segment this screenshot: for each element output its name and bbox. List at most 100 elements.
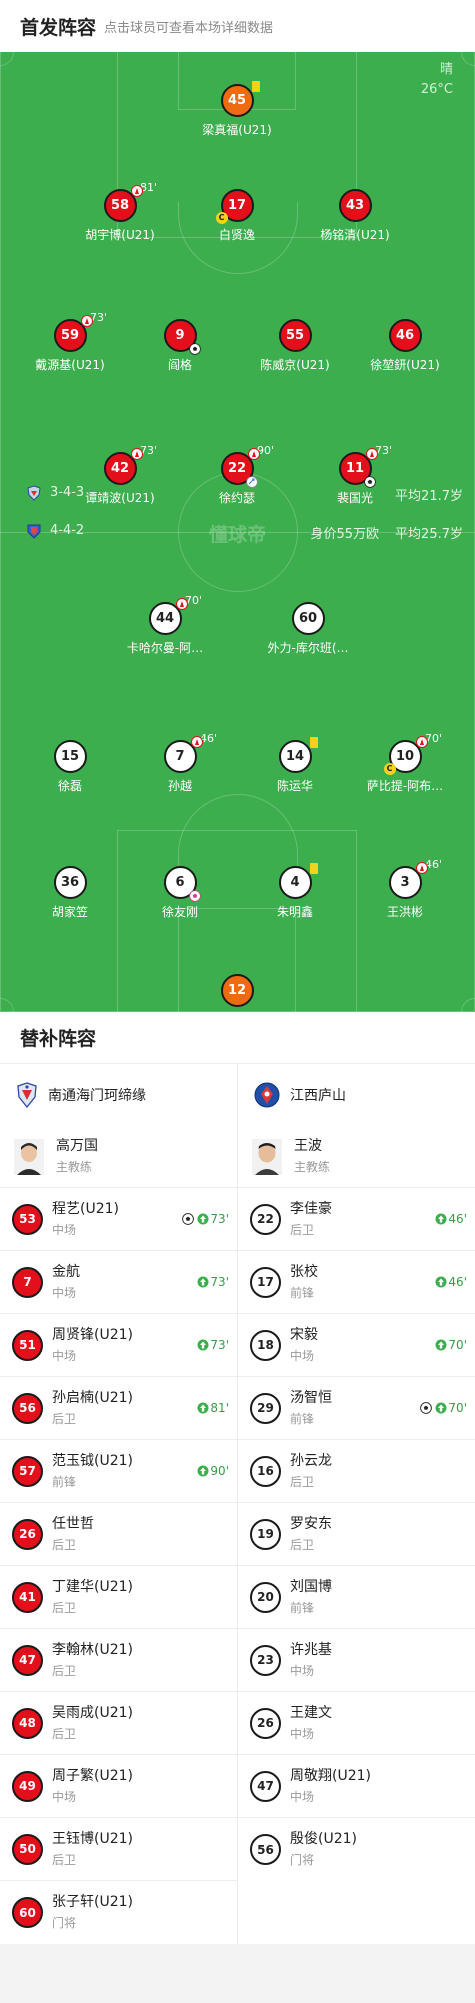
pitch-player[interactable]: 81' 58 胡宇博(U21) [60, 181, 180, 243]
sub-player-name: 李佳豪 [290, 1200, 332, 1217]
pitch-player[interactable]: 15 徐磊 [10, 740, 130, 794]
sub-player-row[interactable]: 17 张校 前锋 46' [238, 1251, 475, 1314]
player-number-badge: 58 [103, 185, 143, 222]
sub-in-icon [197, 1276, 209, 1288]
sub-player-row[interactable]: 47 周敬翔(U21) 中场 [238, 1755, 475, 1818]
player-name: 徐磊 [57, 779, 82, 793]
sub-player-number: 23 [250, 1644, 281, 1676]
pitch-player[interactable]: 60 外力-库尔班(… [248, 602, 368, 656]
sub-player-position: 中场 [290, 1726, 315, 1741]
player-number-badge: 12 [220, 974, 254, 1007]
sub-player-row[interactable]: 26 任世哲 后卫 [0, 1503, 237, 1566]
home-coach-role: 主教练 [56, 1160, 93, 1174]
pitch-player[interactable]: 70' 10 C 萨比提-阿布… [345, 732, 465, 794]
player-number-badge: 59 [53, 315, 93, 352]
sub-event: 73' [194, 1338, 229, 1352]
sub-player-row[interactable]: 29 汤智恒 前锋 70' [238, 1377, 475, 1440]
coach-avatar [252, 1138, 282, 1175]
sub-player-number: 50 [12, 1833, 43, 1865]
pitch-player[interactable]: 4 朱明鑫 [235, 863, 355, 920]
sub-player-row[interactable]: 41 丁建华(U21) 后卫 [0, 1566, 237, 1629]
sub-in-icon [197, 1339, 209, 1351]
sub-player-position: 中场 [52, 1222, 77, 1237]
away-coach-role: 主教练 [294, 1160, 331, 1174]
sub-player-row[interactable]: 7 金航 中场 73' [0, 1251, 237, 1314]
pitch-player[interactable]: 73' 11 裴国光 [295, 444, 415, 506]
sub-player-row[interactable]: 51 周贤锋(U21) 中场 73' [0, 1314, 237, 1377]
sub-time: 70' [185, 594, 203, 607]
home-team-row[interactable]: 南通海门珂缔缘 [0, 1064, 237, 1126]
sub-in-time: 46' [448, 1275, 467, 1289]
pitch-player[interactable]: 46' 3 王洪彬 [345, 858, 465, 920]
player-name: 胡宇博(U21) [85, 228, 155, 242]
pitch-player[interactable]: 46' 7 孙越 [120, 732, 240, 794]
sub-player-row[interactable]: 47 李翰林(U21) 后卫 [0, 1629, 237, 1692]
sub-player-position: 后卫 [290, 1222, 315, 1237]
sub-player-row[interactable]: 60 张子轩(U21) 门将 [0, 1881, 237, 1944]
sub-player-number: 19 [250, 1518, 281, 1550]
sub-time: 73' [375, 444, 393, 457]
pitch-player[interactable]: 36 胡家笠 [10, 866, 130, 920]
sub-player-row[interactable]: 50 王钰博(U21) 后卫 [0, 1818, 237, 1881]
away-team-row[interactable]: 江西庐山 [238, 1064, 475, 1126]
away-coach-row[interactable]: 王波 主教练 [238, 1126, 475, 1188]
sub-player-row[interactable]: 48 吴雨成(U21) 后卫 [0, 1692, 237, 1755]
pitch-player[interactable]: 46 徐堃鈃(U21) [345, 319, 465, 373]
sub-player-position: 后卫 [52, 1852, 77, 1867]
sub-player-name: 周贤锋(U21) [52, 1326, 133, 1343]
sub-player-row[interactable]: 56 殷俊(U21) 门将 [238, 1818, 475, 1881]
sub-player-number: 56 [250, 1834, 281, 1865]
away-avg-age: 平均25.7岁 [395, 527, 463, 542]
sub-player-position: 门将 [52, 1916, 77, 1930]
sub-player-name: 吴雨成(U21) [52, 1704, 133, 1721]
sub-player-row[interactable]: 18 宋毅 中场 70' [238, 1314, 475, 1377]
lineup-header: 首发阵容 点击球员可查看本场详细数据 [0, 0, 475, 52]
sub-player-row[interactable]: 26 王建文 中场 [238, 1692, 475, 1755]
pitch-player[interactable]: 43 杨铭清(U21) [295, 189, 415, 243]
pitch-player[interactable]: 9 阎格 [120, 319, 240, 373]
sub-player-row[interactable]: 56 孙启楠(U21) 后卫 81' [0, 1377, 237, 1440]
sub-player-row[interactable]: 22 李佳豪 后卫 46' [238, 1188, 475, 1251]
sub-in-icon [197, 1465, 209, 1477]
pitch-player[interactable]: 45 梁真福(U21) [177, 81, 297, 138]
pitch-player[interactable]: 6 徐友刚 [120, 866, 240, 920]
away-team-info: 4-4-2 身价55万欧 平均25.7岁 [0, 520, 475, 542]
sub-player-row[interactable]: 53 程艺(U21) 中场 73' [0, 1188, 237, 1251]
pitch-player[interactable]: 73' 59 戴源基(U21) [10, 311, 130, 373]
sub-player-name: 张子轩(U21) [52, 1894, 133, 1910]
player-number-badge: 9 [163, 319, 201, 355]
pitch-player[interactable]: 14 陈运华 [235, 737, 355, 794]
player-number-badge: 14 [278, 737, 318, 773]
sub-player-row[interactable]: 23 许兆基 中场 [238, 1629, 475, 1692]
player-number: 6 [175, 875, 185, 890]
sub-player-number: 16 [250, 1455, 281, 1487]
sub-player-name: 王建文 [290, 1704, 332, 1721]
home-coach-row[interactable]: 高万国 主教练 [0, 1126, 237, 1188]
goal-icon [363, 476, 376, 488]
sub-player-row[interactable]: 16 孙云龙 后卫 [238, 1440, 475, 1503]
sub-player-row[interactable]: 20 刘国博 前锋 [238, 1566, 475, 1629]
sub-player-position: 后卫 [52, 1600, 77, 1615]
sub-player-number: 26 [12, 1518, 43, 1550]
sub-in-time: 73' [210, 1212, 229, 1226]
player-name: 孙越 [167, 779, 192, 793]
sub-player-row[interactable]: 49 周子繁(U21) 中场 [0, 1755, 237, 1818]
pitch-player[interactable]: 17 C 白贤逸 [177, 189, 297, 243]
sub-player-name: 宋毅 [290, 1326, 318, 1343]
player-number-badge: 10 C [383, 736, 428, 775]
sub-player-row[interactable]: 19 罗安东 后卫 [238, 1503, 475, 1566]
sub-off-icon [247, 448, 260, 460]
player-number: 12 [227, 983, 247, 998]
sub-player-number: 41 [12, 1581, 43, 1613]
sub-player-row[interactable]: 57 范玉钺(U21) 前锋 90' [0, 1440, 237, 1503]
player-number: 14 [285, 749, 305, 764]
pitch-player[interactable]: 12 李晨 [177, 974, 297, 1012]
pitch-player[interactable]: 90' 22 徐约瑟 [177, 444, 297, 506]
player-name: 朱明鑫 [276, 905, 313, 919]
player-number-badge: 60 [291, 602, 325, 635]
pitch-player[interactable]: 73' 42 谭靖波(U21) [60, 444, 180, 506]
pitch-player[interactable]: 55 陈威京(U21) [235, 319, 355, 373]
player-name: 卡哈尔曼-阿… [126, 641, 204, 655]
pitch-player[interactable]: 70' 44 卡哈尔曼-阿… [105, 594, 225, 656]
sub-in-time: 73' [210, 1275, 229, 1289]
